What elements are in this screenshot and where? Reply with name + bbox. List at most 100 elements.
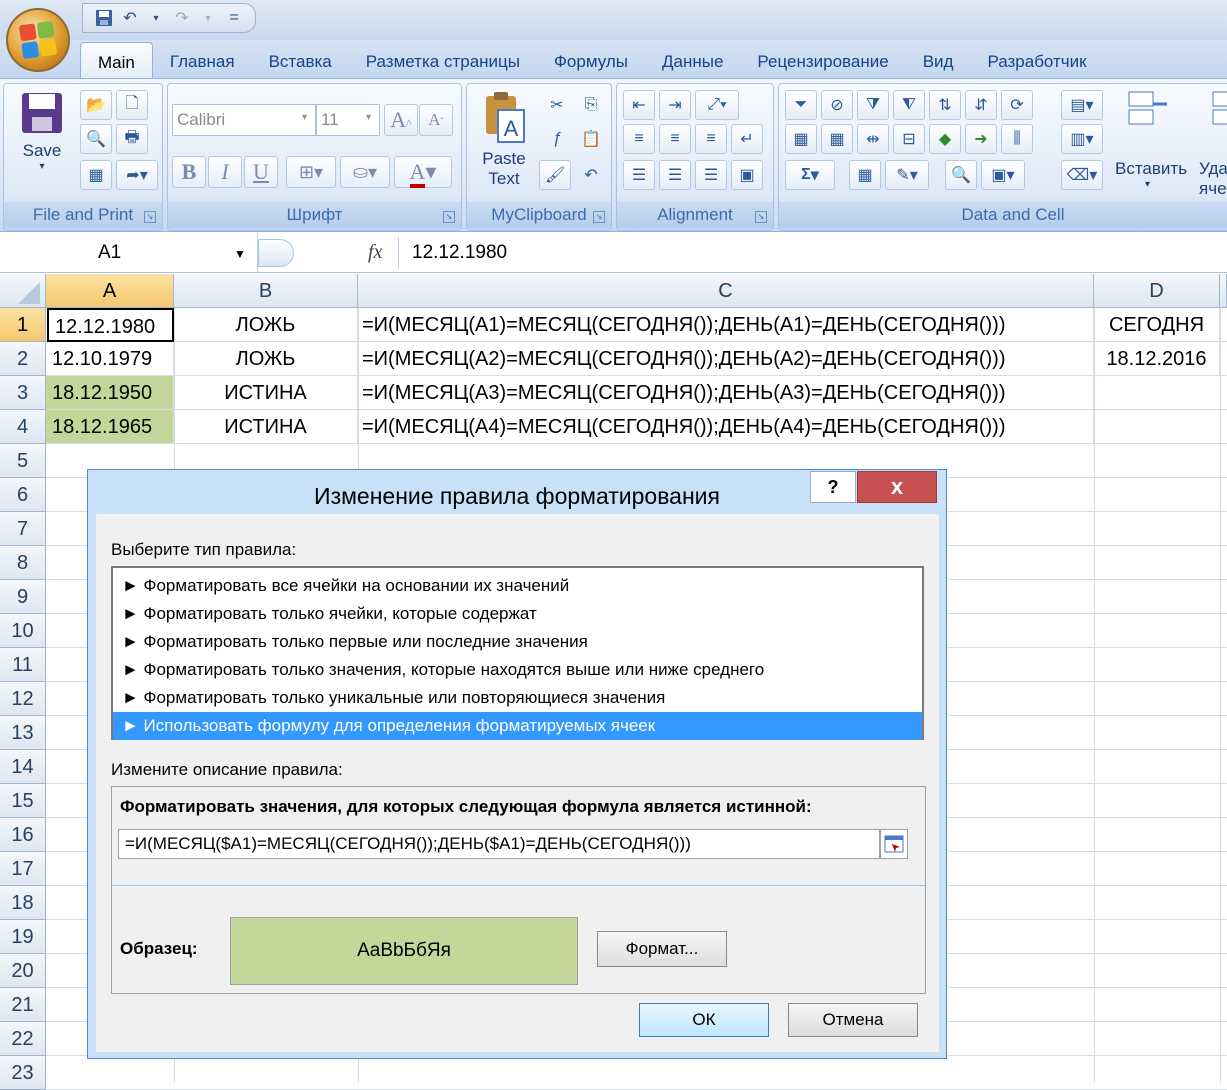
row-header[interactable]: 22 xyxy=(0,1022,46,1056)
row-header[interactable]: 19 xyxy=(0,920,46,954)
align-center-icon[interactable]: ☰ xyxy=(659,160,691,190)
redo-icon[interactable]: ↷ xyxy=(171,7,193,29)
italic-button[interactable]: I xyxy=(208,156,242,188)
eraser-icon[interactable]: ⌫▾ xyxy=(1061,160,1103,190)
row-header[interactable]: 21 xyxy=(0,988,46,1022)
merge-center-icon[interactable]: ▣ xyxy=(731,160,763,190)
cell-b4[interactable]: ИСТИНА xyxy=(174,410,358,444)
increase-indent-icon[interactable]: ⇥ xyxy=(659,90,691,120)
font-color-icon[interactable]: A▾ xyxy=(394,156,452,188)
row-header[interactable]: 18 xyxy=(0,886,46,920)
row-header[interactable]: 10 xyxy=(0,614,46,648)
properties-icon[interactable]: ▦ xyxy=(80,160,112,190)
font-name-dropdown-icon[interactable]: ▾ xyxy=(302,112,307,123)
align-bottom-icon[interactable]: ≡ xyxy=(695,124,727,154)
row-header[interactable]: 5 xyxy=(0,444,46,478)
filter-icon[interactable]: ⏷ xyxy=(785,90,817,120)
row-header[interactable]: 16 xyxy=(0,818,46,852)
row-header[interactable]: 6 xyxy=(0,478,46,512)
decrease-indent-icon[interactable]: ⇤ xyxy=(623,90,655,120)
column-header-a[interactable]: A xyxy=(46,274,174,308)
cell-c1[interactable]: =И(МЕСЯЦ(A1)=МЕСЯЦ(СЕГОДНЯ());ДЕНЬ(A1)=Д… xyxy=(358,308,1094,342)
row-header[interactable]: 13 xyxy=(0,716,46,750)
rule-type-item[interactable]: ► Форматировать все ячейки на основании … xyxy=(113,572,922,600)
undo-dropdown-icon[interactable]: ▾ xyxy=(145,7,167,29)
rule-type-item[interactable]: ► Форматировать только ячейки, которые с… xyxy=(113,600,922,628)
tab-insert[interactable]: Вставка xyxy=(252,42,349,78)
tab-developer[interactable]: Разработчик xyxy=(970,42,1103,78)
column-header-d[interactable]: D xyxy=(1094,274,1220,308)
format-cells-icon[interactable]: ▣▾ xyxy=(981,160,1025,190)
row-header[interactable]: 12 xyxy=(0,682,46,716)
columns-icon[interactable]: ⫼ xyxy=(1001,124,1033,154)
rule-type-item[interactable]: ► Форматировать только значения, которые… xyxy=(113,656,922,684)
row-header[interactable]: 23 xyxy=(0,1056,46,1090)
align-right-icon[interactable]: ☰ xyxy=(695,160,727,190)
cell-b2[interactable]: ЛОЖЬ xyxy=(174,342,358,376)
tab-page-layout[interactable]: Разметка страницы xyxy=(349,42,537,78)
close-button[interactable]: x xyxy=(857,471,937,503)
undo-icon[interactable]: ↶ xyxy=(119,7,141,29)
cut-icon[interactable]: ✂ xyxy=(541,90,573,120)
dialog-launcher-icon[interactable]: ↘ xyxy=(144,211,156,223)
rule-type-list[interactable]: ► Форматировать все ячейки на основании … xyxy=(111,566,924,740)
cell-a3[interactable]: 18.12.1950 xyxy=(46,376,174,410)
print-preview-icon[interactable]: 🔍 xyxy=(80,124,112,154)
cell-c4[interactable]: =И(МЕСЯЦ(A4)=МЕСЯЦ(СЕГОДНЯ());ДЕНЬ(A4)=Д… xyxy=(358,410,1094,444)
redo-dropdown-icon[interactable]: ▾ xyxy=(197,7,219,29)
arrow-left-icon[interactable]: ◆ xyxy=(929,124,961,154)
cell-grid-icon[interactable]: ▦ xyxy=(849,160,881,190)
font-size-dropdown-icon[interactable]: ▾ xyxy=(366,112,371,123)
cell-d2[interactable]: 18.12.2016 xyxy=(1094,342,1220,376)
name-box-dropdown-icon[interactable]: ▼ xyxy=(234,247,246,261)
select-all-corner[interactable] xyxy=(0,274,46,308)
cell-a4[interactable]: 18.12.1965 xyxy=(46,410,174,444)
group-rows-icon[interactable]: ⊟ xyxy=(893,124,925,154)
refresh-icon[interactable]: ⟳ xyxy=(1001,90,1033,120)
cell-a2[interactable]: 12.10.1979 xyxy=(46,342,174,376)
row-header[interactable]: 3 xyxy=(0,376,46,410)
clear-filter-icon[interactable]: ⊘ xyxy=(821,90,853,120)
row-header[interactable]: 14 xyxy=(0,750,46,784)
rule-type-item[interactable]: ► Форматировать только уникальные или по… xyxy=(113,684,922,712)
tab-home[interactable]: Главная xyxy=(153,42,252,78)
align-middle-icon[interactable]: ≡ xyxy=(659,124,691,154)
row-header[interactable]: 11 xyxy=(0,648,46,682)
format-painter-icon[interactable]: 🖌 xyxy=(539,160,571,190)
cell-c3[interactable]: =И(МЕСЯЦ(A3)=МЕСЯЦ(СЕГОДНЯ());ДЕНЬ(A3)=Д… xyxy=(358,376,1094,410)
underline-button[interactable]: U xyxy=(244,156,278,188)
shrink-font-icon[interactable]: Aˇ xyxy=(419,104,453,136)
paste-special-icon[interactable]: 📋 xyxy=(575,124,607,154)
undo-ribbon-icon[interactable]: ↶ xyxy=(575,160,607,190)
send-icon[interactable]: ➦▾ xyxy=(116,160,158,190)
column-header-c[interactable]: C xyxy=(358,274,1094,308)
help-button[interactable]: ? xyxy=(810,471,856,503)
conditional-format-icon[interactable]: ✎▾ xyxy=(885,160,929,190)
row-header[interactable]: 15 xyxy=(0,784,46,818)
tab-data[interactable]: Данные xyxy=(645,42,740,78)
rule-type-item-selected[interactable]: ► Использовать формулу для определения ф… xyxy=(113,712,922,740)
save-icon[interactable] xyxy=(93,7,115,29)
grow-font-icon[interactable]: A^ xyxy=(384,104,418,136)
cancel-button[interactable]: Отмена xyxy=(788,1003,918,1037)
row-header[interactable]: 8 xyxy=(0,546,46,580)
find-icon[interactable]: 🔍 xyxy=(945,160,977,190)
text-to-columns-icon[interactable]: ⇹ xyxy=(857,124,889,154)
function-icon[interactable]: ƒ xyxy=(541,124,573,154)
row-header[interactable]: 20 xyxy=(0,954,46,988)
align-left-icon[interactable]: ☰ xyxy=(623,160,655,190)
row-header[interactable]: 2 xyxy=(0,342,46,376)
tab-view[interactable]: Вид xyxy=(906,42,971,78)
borders-icon[interactable]: ⊞▾ xyxy=(286,156,336,188)
arrow-right-icon[interactable]: ➜ xyxy=(965,124,997,154)
cell-c2[interactable]: =И(МЕСЯЦ(A2)=МЕСЯЦ(СЕГОДНЯ());ДЕНЬ(A2)=Д… xyxy=(358,342,1094,376)
sort-filter-icon[interactable]: ⧩ xyxy=(857,90,889,120)
pivot-table-icon[interactable]: ▦ xyxy=(821,124,853,154)
styles-icon[interactable]: ▥▾ xyxy=(1061,124,1103,154)
orientation-icon[interactable]: ⤢▾ xyxy=(695,90,739,120)
formula-bar-expand-handle[interactable] xyxy=(258,239,294,267)
cell-b1[interactable]: ЛОЖЬ xyxy=(174,308,358,342)
row-header[interactable]: 9 xyxy=(0,580,46,614)
tab-main[interactable]: Main xyxy=(80,42,153,78)
customize-qat-button[interactable]: = xyxy=(223,7,245,29)
